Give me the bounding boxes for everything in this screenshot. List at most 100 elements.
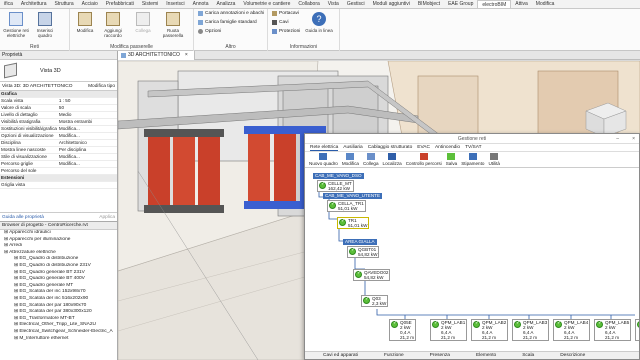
ribbon-tab-struttura[interactable]: Struttura: [50, 0, 77, 8]
cavi-item[interactable]: Cavi: [272, 20, 289, 25]
modifica-button[interactable]: Modifica: [70, 12, 100, 33]
ribbon-tab-bimobject[interactable]: BIMobject: [414, 0, 444, 8]
browser-tree-item[interactable]: ⊞ Electrical_Switchgear_Schneider-Electr…: [0, 329, 117, 336]
footer-column-header[interactable]: Descrizione: [560, 352, 585, 359]
property-row[interactable]: Percorso griglie Modifica...: [0, 160, 117, 168]
browser-tree-item[interactable]: ⊞ EG_Scatola der inc 516x202x90: [0, 296, 117, 303]
network-node[interactable]: TR151,01 kW: [337, 217, 370, 229]
footer-column-header[interactable]: Elemento: [476, 352, 496, 359]
property-value[interactable]: Modifica...: [57, 132, 117, 140]
property-value[interactable]: Per disciplina: [57, 146, 117, 154]
property-row[interactable]: Sostituzioni visibilità/grafica Modifica.…: [0, 125, 117, 133]
dialog-tab-antincendio[interactable]: Antincendio: [435, 144, 460, 151]
carica-annotazioni-item[interactable]: Carica annotazioni e abachi: [198, 11, 264, 16]
carica-famiglie-item[interactable]: Carica famiglie standard: [198, 20, 257, 25]
ribbon-tab-moduli-aggiuntivi[interactable]: Moduli aggiuntivi: [369, 0, 414, 8]
ribbon-tab-prefabbricati[interactable]: Prefabbricati: [102, 0, 138, 8]
property-row[interactable]: Stile di visualizzazione Modifica...: [0, 153, 117, 161]
ribbon-tab-inserisci[interactable]: Inserisci: [162, 0, 188, 8]
browser-tree-item[interactable]: ⊞ EG_Quadro di distribuzione: [0, 256, 117, 263]
aggiungi-raccordo-button[interactable]: Aggiungi raccordo: [98, 12, 128, 38]
browser-tree-item[interactable]: ⊞ Apparecchi per illuminazione: [0, 237, 117, 244]
tab-3d-architettonico[interactable]: 3D ARCHITETTONICO ×: [118, 51, 195, 60]
tool-stipamento-button[interactable]: Stipamento: [461, 153, 484, 166]
portacavi-item[interactable]: Portacavi: [272, 11, 299, 16]
dialog-tab-cablaggio-strutturato[interactable]: Cablaggio strutturato: [368, 144, 413, 151]
dialog-tab-tv-sat[interactable]: TV/SAT: [465, 144, 481, 151]
property-value[interactable]: 1 : 50: [57, 97, 117, 105]
ribbon-tab-architettura[interactable]: Architettura: [17, 0, 51, 8]
browser-tree-item[interactable]: ⊞ M_Interruttore ethernet: [0, 336, 117, 343]
network-node[interactable]: CELLE_MT162,42 kW: [317, 180, 354, 192]
minimize-icon[interactable]: –: [616, 134, 619, 144]
properties-help-link[interactable]: Guida alle proprietà: [2, 213, 44, 221]
property-row[interactable]: Livello di dettaglio Medio: [0, 111, 117, 119]
network-node[interactable]: Q032,3 kW: [361, 295, 389, 307]
property-row[interactable]: Mostra linee nascoste Per disciplina: [0, 146, 117, 154]
ribbon-tab-gestisci[interactable]: Gestisci: [343, 0, 369, 8]
ribbon-tab-sistemi[interactable]: Sistemi: [138, 0, 162, 8]
browser-tree-item[interactable]: ⊞ EG_Scatola der par 180x90x70: [0, 303, 117, 310]
opzioni-item[interactable]: Opzioni: [198, 29, 221, 34]
ribbon-tab-ifica[interactable]: ifica: [0, 0, 17, 8]
close-icon[interactable]: ×: [632, 134, 635, 144]
tool-modifica-button[interactable]: Modifica: [342, 153, 359, 166]
ribbon-tab-analizza[interactable]: Analizza: [212, 0, 239, 8]
tool-controllo-percorsi-button[interactable]: Controllo percorsi: [406, 153, 442, 166]
type-selector[interactable]: Vista 3D: [0, 60, 117, 82]
property-value[interactable]: Modifica...: [57, 153, 117, 161]
apply-button[interactable]: Applica: [99, 213, 115, 221]
browser-tree-item[interactable]: ⊞ Arredi: [0, 243, 117, 250]
property-row[interactable]: Estensioni: [0, 174, 117, 182]
property-value[interactable]: Medio: [57, 111, 117, 119]
property-value[interactable]: [57, 167, 117, 175]
ribbon-tab-attiva[interactable]: Attiva: [511, 0, 532, 8]
property-row[interactable]: Opzioni di visualizzazione Modifica...: [0, 132, 117, 140]
browser-tree-item[interactable]: ⊞ Attrezzature elettriche: [0, 250, 117, 257]
browser-tree-item[interactable]: ⊞ EG_Quadro generale BT 231V: [0, 270, 117, 277]
property-value[interactable]: Modifica...: [57, 160, 117, 168]
browser-tree-item[interactable]: ⊞ EG_Scatola der par 380x300x120: [0, 309, 117, 316]
footer-column-header[interactable]: Funzione: [384, 352, 404, 359]
property-row[interactable]: Percorso del sole: [0, 167, 117, 175]
network-node[interactable]: CELLA_TR151,01 kW: [327, 200, 366, 212]
property-value[interactable]: Architettonico: [57, 139, 117, 147]
network-node[interactable]: QAVEDO0254,82 kW: [353, 269, 391, 281]
network-leaf-node[interactable]: QPM_LAB62 kW6,4 A21,2 m: [635, 319, 639, 341]
ruota-passerella-button[interactable]: Ruota passerella: [158, 12, 188, 38]
browser-tree-item[interactable]: ⊞ EG_Quadro generale MT: [0, 283, 117, 290]
network-node[interactable]: QGBT0154,82 kW: [347, 246, 380, 258]
dialog-tab-evac[interactable]: EVAC: [417, 144, 430, 151]
property-row[interactable]: Scala vista 1 : 50: [0, 97, 117, 105]
network-leaf-node[interactable]: QPM_LAB22 kW6,4 A21,2 m: [471, 319, 509, 341]
network-leaf-node[interactable]: QPM_LAB12 kW6,4 A21,2 m: [430, 319, 468, 341]
browser-tree-item[interactable]: ⊞ EG_Trasformatore MT-BT: [0, 316, 117, 323]
instance-dropdown[interactable]: Vista 3D: 3D ARCHITETTONICO Modifica tip…: [0, 82, 117, 91]
ribbon-tab-vista[interactable]: Vista: [324, 0, 343, 8]
browser-tree-item[interactable]: ⊞ EG_Quadro di distribuzione 231V: [0, 263, 117, 270]
property-value[interactable]: Modifica...: [57, 125, 117, 133]
tool-nuovo-quadro-button[interactable]: Nuovo quadro: [309, 153, 338, 166]
protezioni-item[interactable]: Protezioni: [272, 29, 300, 34]
tool-collega-button[interactable]: Collega: [363, 153, 379, 166]
ribbon-tab-electrobim[interactable]: electroBIM: [477, 0, 512, 8]
network-leaf-node[interactable]: Q05E2 kW0,4 A21,2 m: [389, 319, 417, 341]
ribbon-tab-annota[interactable]: Annota: [189, 0, 213, 8]
property-value[interactable]: [57, 181, 117, 189]
edit-type-button[interactable]: Modifica tipo: [88, 82, 115, 90]
property-row[interactable]: Valore di scala 50: [0, 104, 117, 112]
network-leaf-node[interactable]: QPM_LAB52 kW6,4 A21,2 m: [594, 319, 632, 341]
network-leaf-node[interactable]: QPM_LAB42 kW6,4 A21,2 m: [553, 319, 591, 341]
dialog-tab-ausiliaria[interactable]: Ausiliaria: [343, 144, 362, 151]
property-value[interactable]: [57, 174, 117, 182]
tool-salva-button[interactable]: Salva: [446, 153, 457, 166]
property-row[interactable]: Griglia vista: [0, 181, 117, 189]
tool-utilit--button[interactable]: Utilità: [488, 153, 500, 166]
browser-tree-item[interactable]: ⊞ Electrical_Other_Tripp_Lite_SNA2U: [0, 322, 117, 329]
network-canvas[interactable]: CAB_ME_VANO_DSOCELLE_MT162,42 kWCAB_ME_V…: [305, 169, 639, 351]
property-value[interactable]: Mostra entrambi: [57, 118, 117, 126]
guida-in-linea-button[interactable]: ? Guida in linea: [304, 12, 334, 33]
browser-tree-item[interactable]: ⊞ Apparecchi idraulici: [0, 230, 117, 237]
network-leaf-node[interactable]: QPM_LAB32 kW6,4 A21,2 m: [512, 319, 550, 341]
browser-tree-item[interactable]: ⊞ EG_Quadro generale BT 400V: [0, 276, 117, 283]
